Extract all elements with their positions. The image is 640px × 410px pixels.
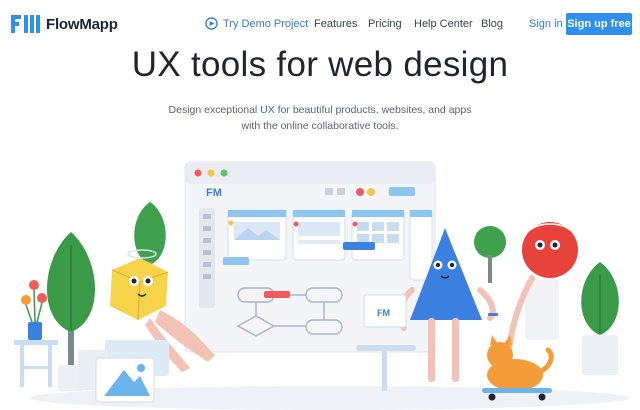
window-close-dot — [194, 169, 202, 177]
sign-up-button[interactable]: Sign up free — [566, 13, 632, 35]
hero-subtitle-line-2: with the online collaborative tools. — [241, 120, 399, 132]
top-navigation: FlowMapp Try Demo Project Features Prici… — [0, 0, 640, 48]
try-demo-label: Try Demo Project — [223, 17, 309, 30]
window-minimize-dot — [207, 169, 215, 177]
hero-subtitle-line-1: Design exceptional UX for beautiful prod… — [168, 104, 472, 116]
screen-logo-mark: FM — [206, 187, 222, 199]
nav-link-help-center[interactable]: Help Center — [414, 18, 473, 30]
nav-link-blog[interactable]: Blog — [481, 18, 503, 30]
laptop-logo-mark: FM — [377, 308, 390, 318]
nav-link-features[interactable]: Features — [314, 18, 357, 30]
red-ball-character — [507, 222, 578, 348]
flowmapp-logo-icon — [11, 15, 40, 33]
hero-subtitle: Design exceptional UX for beautiful prod… — [160, 102, 480, 134]
orange-cat-illustration — [482, 335, 554, 401]
try-demo-link[interactable]: Try Demo Project — [205, 17, 308, 30]
sign-in-link[interactable]: Sign in — [529, 18, 563, 30]
hero-illustration: FM FM — [14, 161, 630, 410]
brand-logo[interactable]: FlowMapp — [10, 13, 118, 35]
demo-play-icon — [205, 17, 218, 30]
nav-link-pricing[interactable]: Pricing — [368, 18, 402, 30]
hero-title: UX tools for web design — [131, 45, 509, 84]
brand-name: FlowMapp — [46, 15, 118, 33]
window-maximize-dot — [220, 169, 228, 177]
